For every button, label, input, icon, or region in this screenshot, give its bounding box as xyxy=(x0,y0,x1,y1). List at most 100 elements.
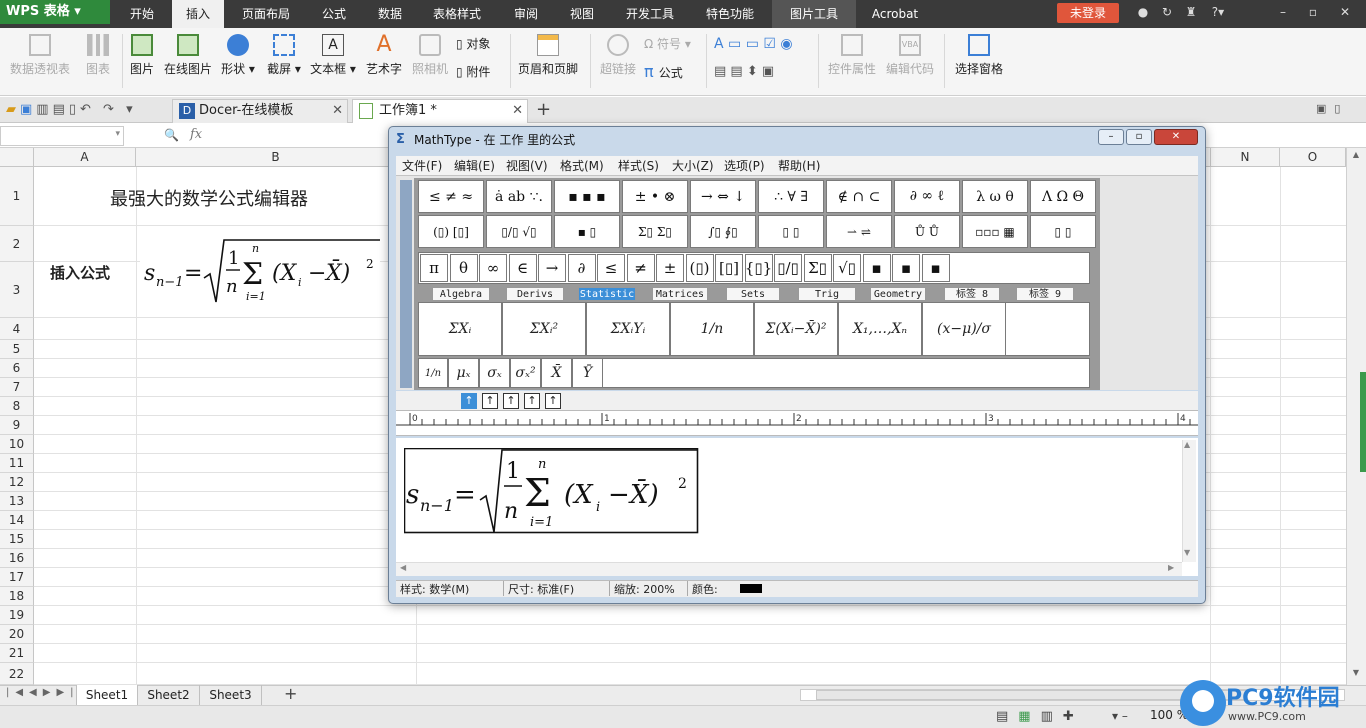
minimize-icon[interactable]: – xyxy=(1276,5,1290,19)
mt-status-size[interactable]: 尺寸: 标准(F) xyxy=(508,581,610,596)
symbol-button[interactable]: → xyxy=(538,254,566,282)
header-footer-button[interactable]: 页眉和页脚 xyxy=(514,30,582,90)
tab-special[interactable]: 特色功能 xyxy=(696,0,764,28)
row-header[interactable]: 5 xyxy=(0,340,34,359)
column-header-o[interactable]: O xyxy=(1280,148,1346,167)
maximize-icon[interactable]: ▫ xyxy=(1126,129,1152,145)
symbol-button[interactable]: ± xyxy=(656,254,684,282)
sheet-tab-3[interactable]: Sheet3 xyxy=(200,685,262,705)
palette-button[interactable]: ∂ ∞ ℓ xyxy=(894,180,960,213)
small-template-button[interactable]: σₓ² xyxy=(510,358,541,388)
name-box[interactable]: ▾ xyxy=(0,126,124,146)
side-panel-handle[interactable] xyxy=(1360,372,1366,472)
scroll-up-icon[interactable]: ▲ xyxy=(1348,150,1364,164)
symbol-button[interactable]: ∞ xyxy=(479,254,507,282)
minimize-icon[interactable]: – xyxy=(1098,129,1124,145)
template-button[interactable]: X₁,…,Xₙ xyxy=(838,302,922,356)
mt-menu-style[interactable]: 样式(S) xyxy=(618,156,659,176)
tab-formula[interactable]: 公式 xyxy=(310,0,358,28)
tab-developer[interactable]: 开发工具 xyxy=(616,0,684,28)
palette-tab[interactable]: Algebra xyxy=(432,287,490,301)
symbol-button[interactable]: ≠ xyxy=(626,254,655,282)
close-icon[interactable]: ✕ xyxy=(512,100,523,122)
cloud-icon[interactable]: ● xyxy=(1136,5,1150,19)
palette-button[interactable]: ± • ⊗ xyxy=(622,180,688,213)
tab-data[interactable]: 数据 xyxy=(366,0,414,28)
quick-access-toolbar[interactable]: ▰▣▥▤▯↶ ↷ ▾ xyxy=(6,102,137,117)
symbol-button[interactable]: {▯} xyxy=(744,254,773,282)
template-button[interactable]: ΣXᵢ xyxy=(418,302,502,356)
symbol-button[interactable]: ▪ xyxy=(862,254,891,282)
object-button[interactable]: ▯ 对象 xyxy=(456,35,504,53)
symbol-button[interactable]: ▪ xyxy=(892,254,920,282)
select-all-corner[interactable] xyxy=(0,148,34,167)
form-controls-row2[interactable]: ▤ ▤ ⬍ ▣ xyxy=(714,63,814,81)
row-header[interactable]: 14 xyxy=(0,511,34,530)
palette-button[interactable]: ∫▯ ∮▯ xyxy=(690,215,756,248)
tab-insert[interactable]: 插入 xyxy=(172,0,224,28)
template-button[interactable]: Σ(Xᵢ−X̄)² xyxy=(754,302,838,356)
mt-menu-format[interactable]: 格式(M) xyxy=(560,156,604,176)
attachment-button[interactable]: ▯ 附件 xyxy=(456,63,504,81)
column-header-b[interactable]: B xyxy=(136,148,416,167)
mt-menu-help[interactable]: 帮助(H) xyxy=(778,156,820,176)
add-sheet-button[interactable]: + xyxy=(284,684,297,703)
tab-home[interactable]: 开始 xyxy=(118,0,166,28)
scroll-right-icon[interactable]: ▶ xyxy=(1168,563,1174,572)
small-template-button[interactable]: μₓ xyxy=(448,358,479,388)
mt-status-style[interactable]: 样式: 数学(M) xyxy=(400,581,504,596)
palette-tab[interactable]: 标签 8 xyxy=(944,287,1000,301)
row-header[interactable]: 6 xyxy=(0,359,34,378)
mt-menu-size[interactable]: 大小(Z) xyxy=(672,156,714,176)
symbol-button[interactable]: Ω 符号 ▾ xyxy=(644,35,700,53)
palette-button[interactable]: ≤ ≠ ≈ xyxy=(418,180,484,213)
sync-icon[interactable]: ↻ xyxy=(1160,5,1174,19)
mt-menu-file[interactable]: 文件(F) xyxy=(402,156,442,176)
small-template-button[interactable]: Ȳ xyxy=(572,358,603,388)
toolbar-grip[interactable] xyxy=(400,180,412,388)
palette-tab[interactable]: Statistic xyxy=(578,287,636,301)
symbol-button[interactable]: (▯) xyxy=(685,254,714,282)
help-icon[interactable]: ?▾ xyxy=(1208,5,1228,19)
row-header[interactable]: 19 xyxy=(0,606,34,625)
color-swatch[interactable] xyxy=(740,584,762,593)
template-button[interactable]: ΣXᵢ² xyxy=(502,302,586,356)
mathtype-ruler[interactable]: 0 1 2 3 4 xyxy=(396,410,1198,436)
small-template-button[interactable]: 1/n xyxy=(418,358,448,388)
palette-button[interactable]: ▯ ▯ xyxy=(1030,215,1096,248)
cell-b1-title[interactable]: 最强大的数学公式编辑器 xyxy=(110,185,308,211)
arrow-up-icon[interactable]: ↑ xyxy=(482,393,498,409)
sheet-tab-1[interactable]: Sheet1 xyxy=(76,685,138,705)
symbol-button[interactable]: √▯ xyxy=(833,254,861,282)
row-header[interactable]: 7 xyxy=(0,378,34,397)
arrow-up-icon[interactable]: ↑ xyxy=(503,393,519,409)
palette-button[interactable]: ▪ ▪ ▪ xyxy=(554,180,620,213)
symbol-button[interactable]: ≤ xyxy=(597,254,625,282)
textbox-button[interactable]: A 文本框 ▾ xyxy=(308,30,358,90)
symbol-button[interactable]: θ xyxy=(449,254,478,282)
wordart-button[interactable]: A 艺术字 xyxy=(362,30,406,90)
edit-horizontal-scrollbar[interactable] xyxy=(396,562,1182,576)
symbol-button[interactable]: Σ▯ xyxy=(803,254,832,282)
scroll-left-icon[interactable]: ◀ xyxy=(400,563,406,572)
row-header[interactable]: 21 xyxy=(0,644,34,663)
row-header[interactable]: 16 xyxy=(0,549,34,568)
selection-pane-button[interactable]: 选择窗格 xyxy=(950,30,1008,90)
tab-review[interactable]: 审阅 xyxy=(502,0,550,28)
palette-button[interactable]: (▯) [▯] xyxy=(418,215,484,248)
palette-button[interactable]: ȧ ab ∵. xyxy=(486,180,552,213)
doc-tab-docer[interactable]: D Docer-在线模板 ✕ xyxy=(172,99,348,123)
small-template-button[interactable]: X̄ xyxy=(541,358,572,388)
symbol-button[interactable]: π xyxy=(420,254,448,282)
wps-logo-button[interactable]: WPS 表格 ▾ xyxy=(0,0,110,24)
palette-button[interactable]: ∴ ∀ ∃ xyxy=(758,180,824,213)
skin-icon[interactable]: ♜ xyxy=(1184,5,1198,19)
palette-tab[interactable]: Trig xyxy=(798,287,856,301)
row-header[interactable]: 17 xyxy=(0,568,34,587)
pivot-table-button[interactable]: 数据透视表 xyxy=(6,30,74,90)
arrow-up-icon[interactable]: ↑ xyxy=(545,393,561,409)
window-controls-inner[interactable]: ▣▯ xyxy=(1316,102,1348,115)
scroll-down-icon[interactable]: ▼ xyxy=(1184,548,1190,557)
row-header[interactable]: 10 xyxy=(0,435,34,454)
sheet-tab-2[interactable]: Sheet2 xyxy=(138,685,200,705)
